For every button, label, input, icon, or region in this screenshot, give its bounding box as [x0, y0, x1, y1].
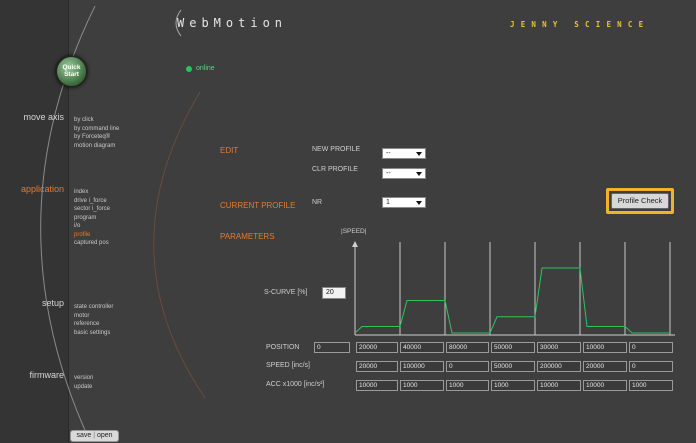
acc-cell-6[interactable]: 10000 — [583, 380, 627, 391]
status-text: online — [196, 65, 215, 72]
nav-item-basic-settings[interactable]: basic settings — [74, 329, 113, 338]
nr-label: NR — [312, 199, 323, 206]
speed-cell-1[interactable]: 20000 — [356, 361, 398, 372]
nav-item-version[interactable]: version — [74, 374, 93, 383]
nav-item-program[interactable]: program — [74, 214, 110, 223]
speed-cell-5[interactable]: 200000 — [537, 361, 581, 372]
speed-cell-3[interactable]: 0 — [446, 361, 489, 372]
open-button[interactable]: open — [97, 432, 113, 439]
nav-item-reference[interactable]: reference — [74, 320, 113, 329]
logo-arc-icon — [175, 9, 182, 37]
position-cell-3[interactable]: 80000 — [446, 342, 489, 353]
acc-label: ACC x1000 [inc/s²] — [266, 381, 325, 388]
position-cell-5[interactable]: 30000 — [537, 342, 581, 353]
nav-item-update[interactable]: update — [74, 383, 93, 392]
nav-item-index[interactable]: index — [74, 188, 110, 197]
speed-profile-chart — [352, 241, 675, 336]
nav-item-io[interactable]: i/o — [74, 222, 110, 231]
new-profile-select[interactable]: -- — [382, 148, 426, 159]
speed-series-line — [354, 267, 670, 334]
quick-start-button[interactable]: Quick Start — [56, 56, 87, 87]
quick-start-label-1: Quick — [62, 64, 81, 71]
acc-cell-1[interactable]: 10000 — [356, 380, 398, 391]
parameters-label: PARAMETERS — [220, 232, 275, 241]
acc-cell-5[interactable]: 10000 — [537, 380, 581, 391]
save-open-bar: save | open — [70, 430, 119, 442]
current-profile-label: CURRENT PROFILE — [220, 201, 296, 210]
nav-item-motor[interactable]: motor — [74, 312, 113, 321]
acc-cell-4[interactable]: 1000 — [491, 380, 535, 391]
nav-item-by-click[interactable]: by click — [74, 116, 119, 125]
speed-axis-label: |SPEED| — [341, 228, 367, 235]
nav-application[interactable]: application — [0, 184, 64, 194]
nav-setup[interactable]: setup — [16, 298, 64, 308]
position-cell-1[interactable]: 20000 — [356, 342, 398, 353]
nav-item-drive-i-force[interactable]: drive i_force — [74, 197, 110, 206]
app-title: WebMotion — [177, 16, 288, 30]
nav-application-items: index drive i_force sector i_force progr… — [74, 188, 110, 248]
speed-cell-7[interactable]: 0 — [629, 361, 673, 372]
save-button[interactable]: save — [76, 432, 91, 439]
scurve-input[interactable]: 20 — [322, 287, 346, 299]
acc-cell-2[interactable]: 1000 — [400, 380, 444, 391]
nav-item-state-controller[interactable]: state controller — [74, 303, 113, 312]
position-start-cell[interactable]: 0 — [314, 342, 350, 353]
profile-nr-value: 1 — [386, 199, 390, 206]
nav-move-axis-items: by click by command line by Forceteq® mo… — [74, 116, 119, 150]
position-cell-4[interactable]: 50000 — [491, 342, 535, 353]
nav-item-captured-pos[interactable]: captured pos — [74, 239, 110, 248]
nav-setup-items: state controller motor reference basic s… — [74, 303, 113, 337]
edit-label: EDIT — [220, 146, 239, 155]
y-axis-arrow-icon — [352, 241, 358, 247]
quick-start-label-2: Start — [64, 71, 79, 78]
speed-label: SPEED [inc/s] — [266, 362, 310, 369]
profile-nr-select[interactable]: 1 — [382, 197, 426, 208]
speed-cell-4[interactable]: 50000 — [491, 361, 535, 372]
app-logo: WebMotion — [175, 9, 288, 37]
scurve-label: S-CURVE [%] — [264, 289, 308, 296]
position-cell-7[interactable]: 0 — [629, 342, 673, 353]
online-indicator-icon — [186, 66, 192, 72]
clr-profile-select[interactable]: -- — [382, 168, 426, 179]
speed-cell-2[interactable]: 100000 — [400, 361, 444, 372]
position-cell-6[interactable]: 10000 — [583, 342, 627, 353]
clr-profile-label: CLR PROFILE — [312, 166, 358, 173]
nav-item-sector-i-force[interactable]: sector i_force — [74, 205, 110, 214]
nav-firmware-items: version update — [74, 374, 93, 391]
nav-item-by-forceteq[interactable]: by Forceteq® — [74, 133, 119, 142]
nav-move-axis[interactable]: move axis — [16, 112, 64, 122]
chevron-down-icon — [416, 172, 422, 176]
new-profile-label: NEW PROFILE — [312, 146, 361, 153]
position-label: POSITION — [266, 344, 300, 351]
acc-cell-3[interactable]: 1000 — [446, 380, 489, 391]
acc-cell-7[interactable]: 1000 — [629, 380, 673, 391]
nav-item-profile[interactable]: profile — [74, 231, 110, 240]
chevron-down-icon — [416, 152, 422, 156]
chevron-down-icon — [416, 201, 422, 205]
clr-profile-value: -- — [386, 170, 391, 177]
new-profile-value: -- — [386, 150, 391, 157]
speed-cell-6[interactable]: 20000 — [583, 361, 627, 372]
nav-firmware[interactable]: firmware — [16, 370, 64, 380]
position-cell-2[interactable]: 40000 — [400, 342, 444, 353]
nav-item-by-command-line[interactable]: by command line — [74, 125, 119, 134]
profile-check-button[interactable]: Profile Check — [611, 193, 669, 209]
brand-name: JENNY SCIENCE — [510, 20, 650, 29]
nav-item-motion-diagram[interactable]: motion diagram — [74, 142, 119, 151]
